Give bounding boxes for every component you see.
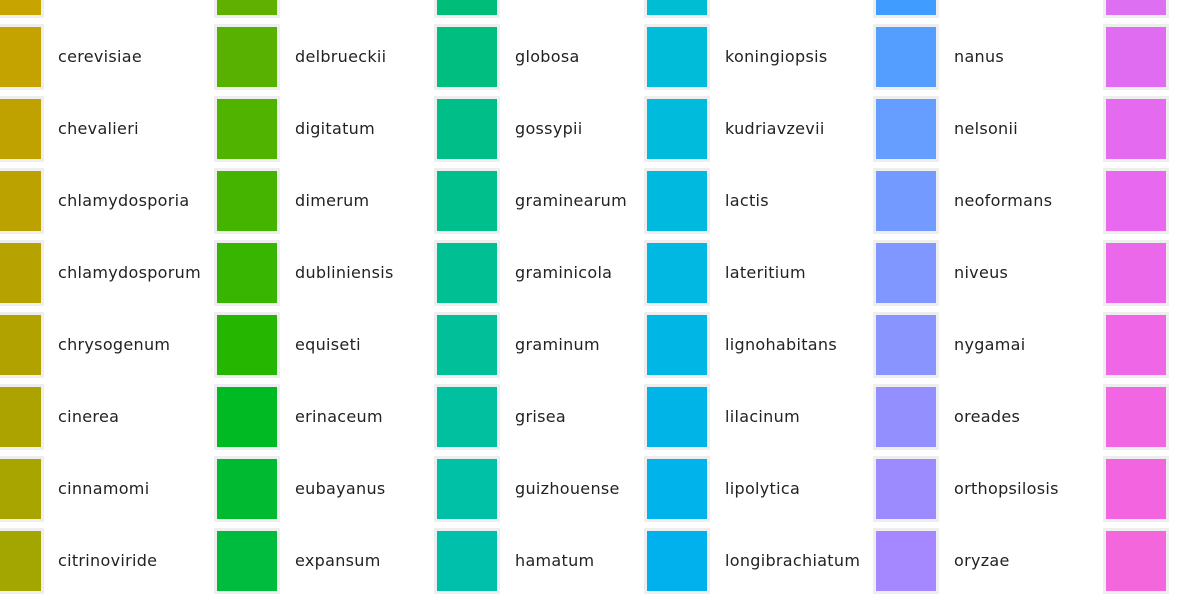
color-swatch [434,24,500,90]
swatch-label: nygamai [954,335,1026,354]
swatch-label: delbrueckii [295,47,387,66]
color-swatch [1103,240,1169,306]
swatch-label: nelsonii [954,119,1018,138]
color-swatch [434,96,500,162]
color-swatch [0,96,44,162]
swatch-label: eubayanus [295,479,386,498]
color-swatch [1103,384,1169,450]
color-swatch [0,528,44,594]
color-swatch [214,456,280,522]
color-swatch [873,528,939,594]
color-swatch [873,240,939,306]
swatch-label: lactis [725,191,769,210]
swatch-label: chlamydosporum [58,263,201,282]
color-swatch [873,456,939,522]
swatch-label: cinnamomi [58,479,150,498]
color-swatch [214,528,280,594]
color-swatch [1103,96,1169,162]
color-swatch [644,96,710,162]
swatch-label: cinerea [58,407,120,426]
color-swatch [1103,456,1169,522]
color-swatch [434,528,500,594]
color-swatch [1103,24,1169,90]
color-swatch [214,384,280,450]
swatch-label: citrinoviride [58,551,158,570]
color-swatch [0,168,44,234]
color-swatch [873,96,939,162]
swatch-label: lateritium [725,263,806,282]
swatch-label: kudriavzevii [725,119,825,138]
swatch-label: nanus [954,47,1005,66]
color-swatch [873,24,939,90]
color-swatch [644,240,710,306]
swatch-label: guizhouense [515,479,620,498]
swatch-label: chrysogenum [58,335,171,354]
color-swatch [644,528,710,594]
swatch-label: cerevisiae [58,47,143,66]
swatch-label: grisea [515,407,566,426]
swatch-label: longibrachiatum [725,551,861,570]
color-swatch [644,456,710,522]
color-swatch [1103,312,1169,378]
color-swatch [1103,0,1169,18]
color-swatch [644,0,710,18]
swatch-label: digitatum [295,119,375,138]
swatch-label: graminearum [515,191,627,210]
color-swatch [1103,528,1169,594]
swatch-label: erinaceum [295,407,383,426]
color-swatch [434,240,500,306]
color-swatch [214,240,280,306]
color-swatch [434,384,500,450]
color-swatch [644,384,710,450]
swatch-label: equiseti [295,335,361,354]
color-swatch [873,384,939,450]
color-swatch [0,0,44,18]
color-swatch [0,456,44,522]
color-swatch [644,168,710,234]
color-swatch [434,168,500,234]
color-swatch [1103,168,1169,234]
swatch-label: globosa [515,47,580,66]
swatch-label: lilacinum [725,407,800,426]
color-swatch [434,312,500,378]
swatch-label: dimerum [295,191,370,210]
color-swatch [873,312,939,378]
swatch-label: orthopsilosis [954,479,1059,498]
swatch-label: graminicola [515,263,613,282]
color-swatch [873,0,939,18]
swatch-label: graminum [515,335,600,354]
swatch-label: oreades [954,407,1021,426]
color-swatch [214,24,280,90]
color-swatch [644,24,710,90]
swatch-label: gossypii [515,119,583,138]
color-swatch [644,312,710,378]
swatch-label: oryzae [954,551,1010,570]
color-swatch [0,312,44,378]
swatch-label: chevalieri [58,119,139,138]
color-swatch [214,312,280,378]
color-swatch [0,240,44,306]
color-swatch [214,0,280,18]
color-swatch [873,168,939,234]
swatch-label: lignohabitans [725,335,837,354]
color-swatch-grid: cerevisiae chevalieri chlamydosporia chlamy… [0,0,1181,594]
color-swatch [0,384,44,450]
swatch-label: chlamydosporia [58,191,190,210]
swatch-label: lipolytica [725,479,801,498]
swatch-label: koningiopsis [725,47,828,66]
swatch-label: niveus [954,263,1009,282]
swatch-label: expansum [295,551,381,570]
color-swatch [214,96,280,162]
swatch-label: dubliniensis [295,263,394,282]
color-swatch [434,0,500,18]
color-swatch [434,456,500,522]
color-swatch [214,168,280,234]
swatch-label: hamatum [515,551,595,570]
color-swatch [0,24,44,90]
swatch-label: neoformans [954,191,1053,210]
